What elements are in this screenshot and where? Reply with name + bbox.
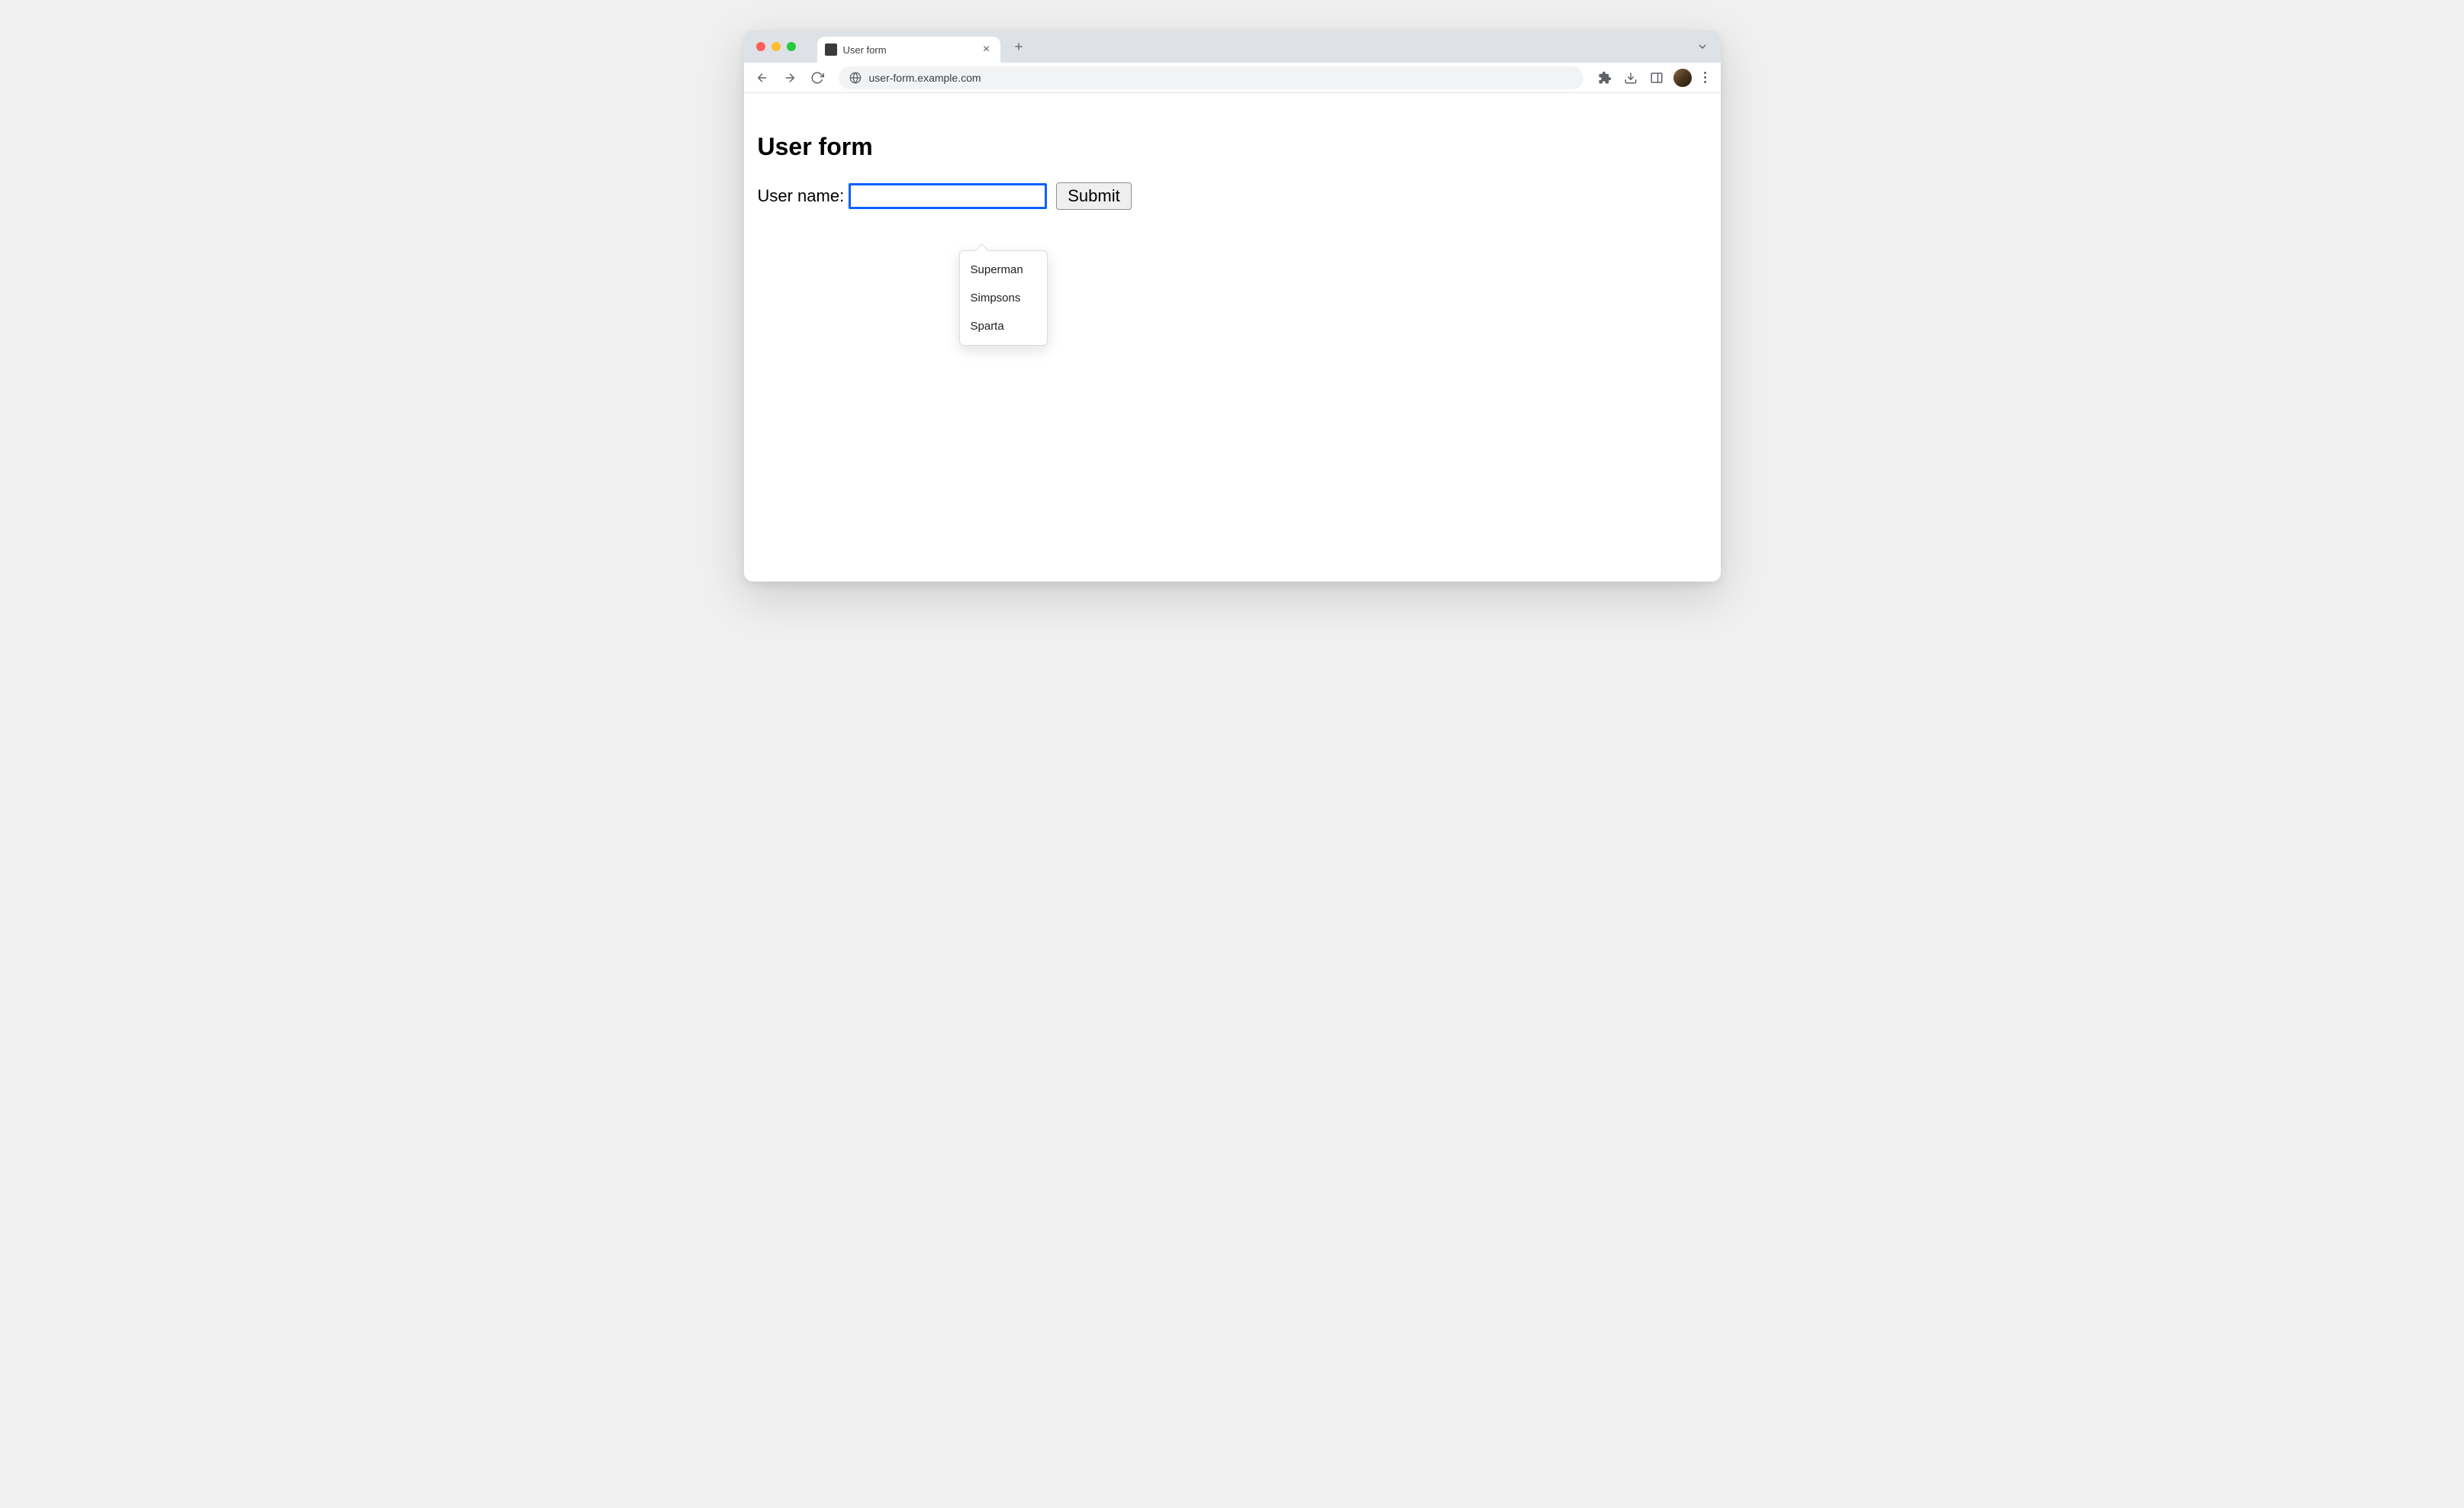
window-controls xyxy=(752,42,804,51)
menu-icon[interactable] xyxy=(1696,66,1715,90)
downloads-icon[interactable] xyxy=(1619,66,1643,90)
page-content: User form User name: Submit Superman Sim… xyxy=(744,93,1721,582)
user-form-row: User name: Submit xyxy=(758,182,1707,210)
address-bar[interactable]: user-form.example.com xyxy=(839,66,1583,89)
reload-button[interactable] xyxy=(805,66,829,90)
close-tab-icon[interactable]: × xyxy=(981,44,993,56)
profile-avatar[interactable] xyxy=(1673,69,1692,87)
toolbar-right xyxy=(1593,66,1715,90)
minimize-window-button[interactable] xyxy=(771,42,781,51)
submit-button[interactable]: Submit xyxy=(1056,182,1131,210)
username-input[interactable] xyxy=(849,183,1047,209)
active-tab[interactable]: User form × xyxy=(817,37,1000,63)
tab-strip: User form × xyxy=(744,31,1721,63)
page-title: User form xyxy=(758,133,1707,161)
new-tab-button[interactable] xyxy=(1008,36,1029,57)
browser-chrome: User form × user-form.example.co xyxy=(744,31,1721,93)
close-window-button[interactable] xyxy=(756,42,765,51)
globe-icon xyxy=(849,72,862,84)
autocomplete-dropdown: Superman Simpsons Sparta xyxy=(959,250,1048,346)
autocomplete-item[interactable]: Superman xyxy=(960,256,1047,284)
browser-window: User form × user-form.example.co xyxy=(744,31,1721,582)
side-panel-icon[interactable] xyxy=(1644,66,1669,90)
url-text: user-form.example.com xyxy=(869,72,1573,84)
extensions-icon[interactable] xyxy=(1593,66,1617,90)
autocomplete-item[interactable]: Sparta xyxy=(960,312,1047,340)
back-button[interactable] xyxy=(750,66,775,90)
username-label: User name: xyxy=(758,186,845,206)
tab-title: User form xyxy=(843,44,974,56)
browser-toolbar: user-form.example.com xyxy=(744,63,1721,93)
forward-button[interactable] xyxy=(778,66,802,90)
tabs-dropdown-icon[interactable] xyxy=(1692,36,1713,57)
autocomplete-item[interactable]: Simpsons xyxy=(960,284,1047,312)
tab-favicon-icon xyxy=(825,44,837,56)
maximize-window-button[interactable] xyxy=(787,42,796,51)
